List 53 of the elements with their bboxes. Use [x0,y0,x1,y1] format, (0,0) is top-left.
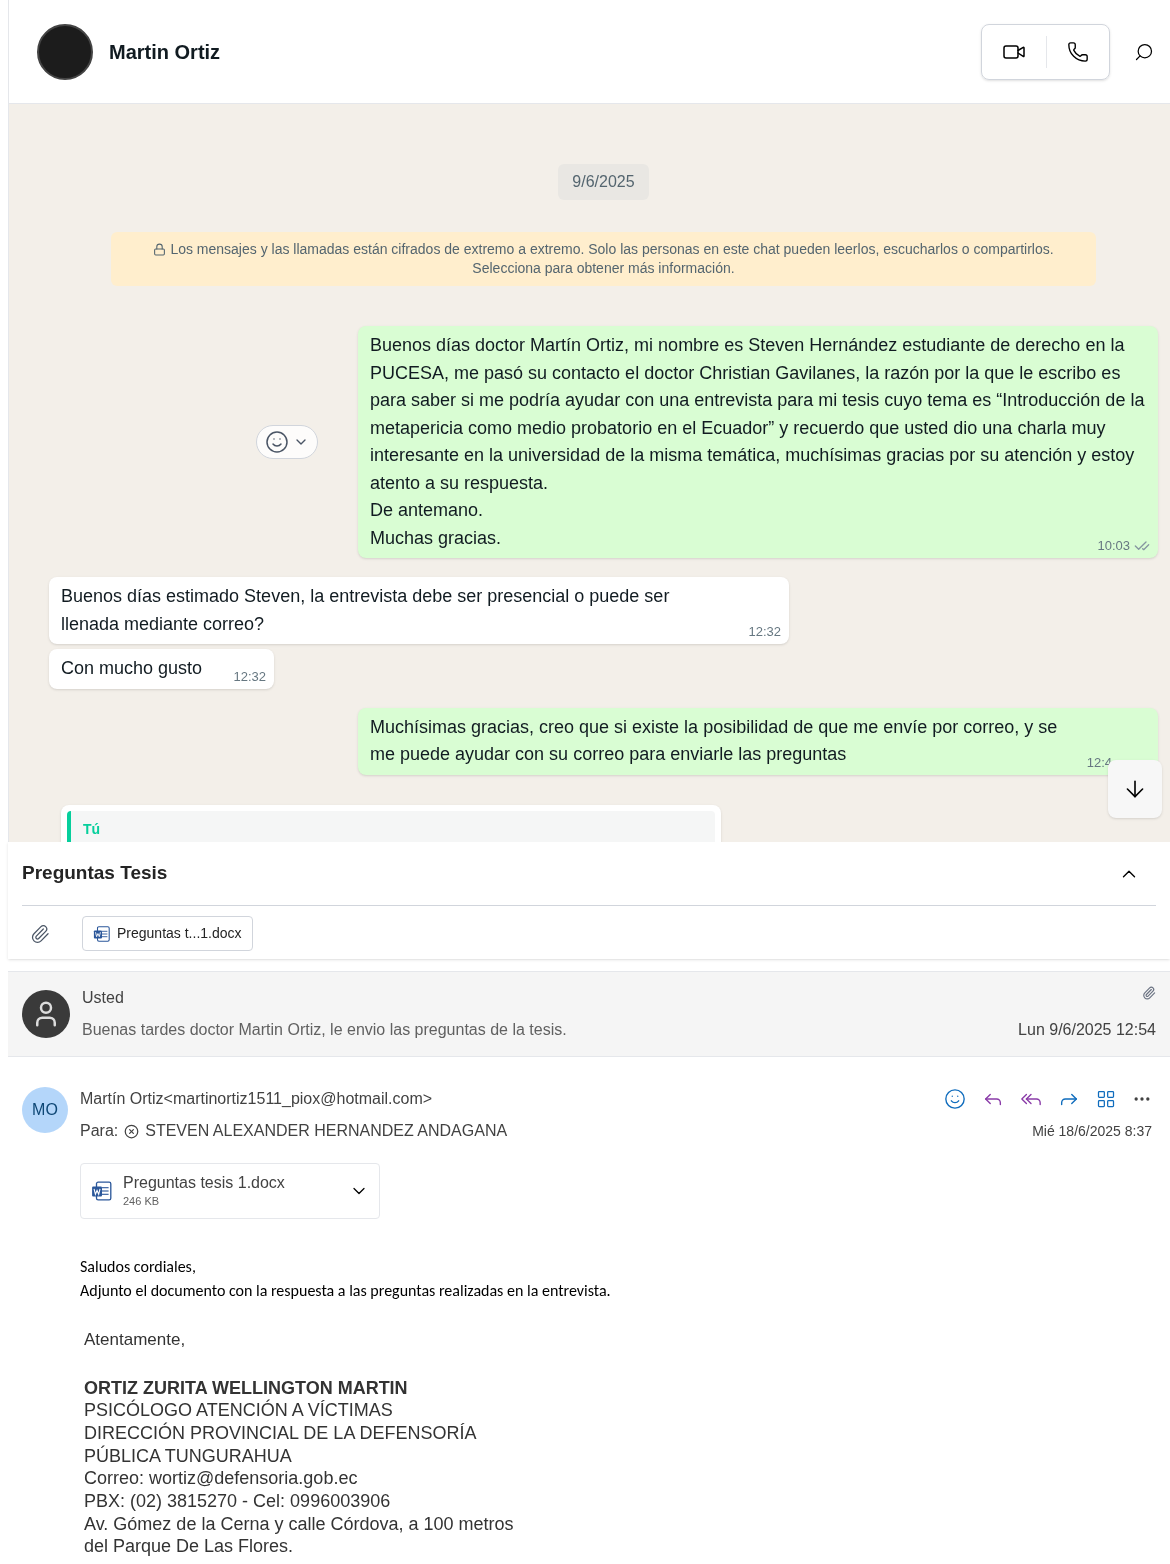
apps-icon[interactable] [1096,1089,1116,1109]
sender-name: Usted [82,988,124,1008]
message-text: Con mucho gusto [61,657,203,680]
message-time: 12:32 [233,668,267,685]
attachment-size: 246 KB [123,1193,161,1209]
attachment-name: Preguntas tesis 1.docx [123,1172,286,1193]
signature-line: DIRECCIÓN PROVINCIAL DE LA DEFENSORÍA [84,1421,478,1445]
collapsed-message[interactable]: Usted Buenas tardes doctor Martin Ortiz, le envio las preguntas de la tesis. Lun 9/6/2025 12:54 [8,971,1170,1057]
notice-text: Los mensajes y las llamadas están cifrados de extremo a extremo. Solo las personas en este chat pueden leerlos, escucharlos o compartirlos. [170,240,1054,259]
message-date: Lun 9/6/2025 12:54 [1018,1020,1156,1040]
message-preview: Buenas tardes doctor Martin Ortiz, le envio las preguntas de la tesis. [82,1020,567,1040]
attachment-chip[interactable]: Preguntas t...1.docx [82,916,253,951]
recipient-name: STEVEN ALEXANDER HERNANDEZ ANDAGANA [145,1121,508,1141]
initials-avatar: MO [22,1087,68,1133]
message-text: Buenos días estimado Steven, la entrevista debe ser presencial o puede ser llenada mediante correo? [61,585,671,636]
thread-subject: Preguntas Tesis [22,861,168,886]
avatar [37,23,93,80]
paperclip-icon [1142,986,1156,1000]
message-text: De antemano. [370,499,485,522]
message-time: 12:32 [748,624,781,640]
body-text: Saludos cordiales, [80,1256,197,1278]
to-label: Para: [80,1121,119,1141]
signature-line: PÚBLICA TUNGURAHUA [84,1444,293,1468]
attachment-card[interactable]: Preguntas tesis 1.docx 246 KB [80,1163,380,1219]
remove-icon [124,1123,140,1139]
sender-address: Martín Ortiz<martinortiz1511_piox@hotmail.com> [80,1089,433,1109]
signature-line: Av. Gómez de la Cerna y calle Córdova, a 100 metros [84,1512,515,1536]
phone-icon [1067,40,1089,63]
signature-line: PBX: (02) 3815270 - Cel: 0996003906 [84,1490,392,1513]
emoji-icon[interactable] [944,1088,966,1110]
message-date: Mié 18/6/2025 8:37 [1032,1121,1152,1141]
signature-name: ORTIZ ZURITA WELLINGTON MARTIN [84,1376,409,1399]
message-text: Buenos días doctor Martín Ortiz, mi nombre es Steven Hernández estudiante de derecho en la PUCESA, me pasó su contacto el doctor Christian Gavilanes, la razón por la que le escribo es para saber si me podría ayudar con una entrevista para mi tesis cuyo tema es “Introducción de la metapericia como medio probatorio en el Ecuador” y recuerdo que usted dio una charla muy interesante en la universidad de la misma temática, muchísimas gracias por su atención y estoy atento a su respuesta. [370,334,1146,495]
date-badge: 9/6/2025 [558,164,649,200]
closing-text: Atentamente, [84,1329,187,1351]
quote-author: Tú [83,820,101,837]
signature-line: PSICÓLOGO ATENCIÓN A VÍCTIMAS [84,1399,394,1422]
emoji-icon [265,430,289,454]
paperclip-icon [30,923,50,944]
message-time: 10:03 [1097,538,1130,554]
document-icon [93,924,111,943]
notice-link[interactable]: Selecciona para obtener más información. [123,259,1084,278]
message-text: Muchísimas gracias, creo que si existe la posibilidad de que me envíe por correo, y se me puede ayudar con su correo para enviarle las preguntas [370,715,1059,766]
reaction-button[interactable] [256,425,318,459]
search-button[interactable] [1134,41,1154,62]
message-text: Muchas gracias. [370,526,503,550]
signature-line: Correo: wortiz@defensoria.gob.ec [84,1467,359,1490]
body-text: Adjunto el documento con la respuesta a las preguntas realizadas en la entrevista. [80,1280,612,1302]
document-icon [91,1179,113,1203]
lock-icon [153,243,167,256]
signature-line: del Parque De Las Flores. [84,1535,295,1559]
search-icon [1134,41,1154,62]
contact-name: Martin Ortiz [109,39,221,65]
